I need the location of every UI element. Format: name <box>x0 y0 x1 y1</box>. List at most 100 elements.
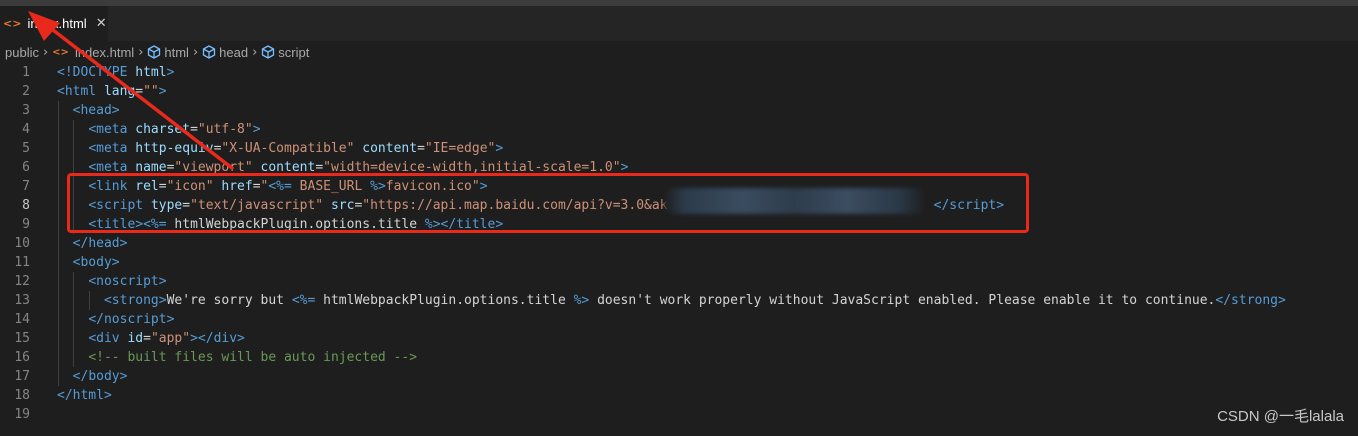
code-token: = <box>190 122 198 137</box>
code-text: </noscript> <box>57 310 174 329</box>
code-line[interactable]: 10 </head> <box>0 234 1358 253</box>
code-token: content <box>362 141 418 156</box>
code-token: > <box>479 179 488 194</box>
code-token: head <box>88 236 120 251</box>
code-token: = <box>252 179 261 194</box>
code-line[interactable]: 3 <head> <box>0 101 1358 120</box>
code-token: http-equiv <box>135 141 214 156</box>
indent-guide <box>73 272 74 367</box>
code-line[interactable]: 14 </noscript> <box>0 310 1358 329</box>
code-line[interactable]: 18 </html> <box>0 386 1358 405</box>
breadcrumb-item-public[interactable]: public <box>5 45 39 60</box>
code-token: <%= <box>143 217 167 232</box>
code-token: htmlWebpackPlugin.options.title <box>315 293 574 308</box>
code-token: <!DOCTYPE <box>57 65 128 80</box>
code-token: > <box>190 331 198 346</box>
line-number: 9 <box>22 217 30 232</box>
code-token: > <box>135 217 144 232</box>
code-token: html <box>72 388 104 403</box>
code-text: <title><%= htmlWebpackPlugin.options.tit… <box>57 215 503 234</box>
line-number: 13 <box>14 293 30 308</box>
code-token: </ <box>88 312 104 327</box>
code-token: meta <box>96 141 128 156</box>
code-line[interactable]: 17 </body> <box>0 367 1358 386</box>
code-line[interactable]: 19 <box>0 405 1358 424</box>
code-text: </html> <box>57 386 112 405</box>
code-line[interactable]: 16 <!-- built files will be auto injecte… <box>0 348 1358 367</box>
line-number: 2 <box>22 84 30 99</box>
breadcrumb-item-index-html[interactable]: <> index.html <box>52 45 134 60</box>
code-token: noscript <box>103 312 167 327</box>
code-line[interactable]: 13 <strong>We're sorry but <%= htmlWebpa… <box>0 291 1358 310</box>
code-token: > <box>996 198 1005 213</box>
code-token: > <box>158 293 167 308</box>
code-token: "X-UA-Compatible" <box>221 141 355 156</box>
code-line[interactable]: 15 <div id="app"></div> <box>0 329 1358 348</box>
code-token: < <box>88 217 97 232</box>
code-line[interactable]: 5 <meta http-equiv = "X-UA-Compatible" con… <box>0 139 1358 158</box>
breadcrumb-item-script[interactable]: script <box>261 45 309 60</box>
code-text: </body> <box>57 367 128 386</box>
code-token: > <box>620 160 629 175</box>
line-number: 6 <box>22 160 30 175</box>
code-token: script <box>949 198 997 213</box>
cube-symbol-icon <box>147 45 161 59</box>
code-token: strong <box>1231 293 1279 308</box>
code-token: %> <box>370 179 386 194</box>
code-token: < <box>88 198 97 213</box>
code-token: htmlWebpackPlugin.options.title <box>166 217 425 232</box>
code-line[interactable]: 4 <meta charset="utf-8"> <box>0 120 1358 139</box>
breadcrumb-item-html[interactable]: html <box>147 45 189 60</box>
chevron-right-icon: › <box>42 44 49 60</box>
code-token: = <box>182 198 191 213</box>
code-token: charset <box>135 122 191 137</box>
close-icon[interactable]: ✕ <box>96 16 107 31</box>
indent-guide <box>58 101 59 386</box>
code-token: "viewport" <box>174 160 253 175</box>
code-token: title <box>456 217 496 232</box>
code-token: > <box>111 255 120 270</box>
code-token: body <box>88 369 120 384</box>
code-token: "width=device-width,initial-scale=1.0" <box>323 160 621 175</box>
code-line[interactable]: 12 <noscript> <box>0 272 1358 291</box>
code-line[interactable]: 2 <html lang=""> <box>0 82 1358 101</box>
chevron-right-icon: › <box>192 44 199 60</box>
code-line[interactable]: 11 <body> <box>0 253 1358 272</box>
html-file-icon: <> <box>52 46 69 58</box>
code-token: </ <box>72 236 89 251</box>
redacted-api-key <box>664 188 926 214</box>
code-token: "https://api.map.baidu.com/api?v=3.0&ak= <box>362 198 676 213</box>
code-line[interactable]: 6 <meta name="viewport" content="width=d… <box>0 158 1358 177</box>
line-number: 12 <box>14 274 30 289</box>
code-line[interactable]: 1 <!DOCTYPE html> <box>0 63 1358 82</box>
tab-index-html[interactable]: <> index.html ✕ <box>0 6 108 41</box>
line-number: 17 <box>14 369 30 384</box>
code-editor[interactable]: 1 <!DOCTYPE html> 2 <html lang=""> 3 <head> 4… <box>0 63 1358 436</box>
code-token: "icon" <box>166 179 214 194</box>
line-number: 19 <box>14 407 30 422</box>
code-token: </ <box>72 369 89 384</box>
code-token: name <box>135 160 167 175</box>
code-token: href <box>221 179 253 194</box>
code-text: <html lang=""> <box>57 82 167 101</box>
code-token: src <box>330 198 355 213</box>
line-number: 5 <box>22 141 30 156</box>
code-token: title <box>96 217 136 232</box>
tab-bar: <> index.html ✕ <box>0 6 1358 41</box>
code-token: head <box>80 103 112 118</box>
code-token: < <box>57 84 65 99</box>
code-token: %> <box>573 293 590 308</box>
chevron-right-icon: › <box>138 44 144 60</box>
code-token: > <box>111 103 120 118</box>
code-token: > <box>252 122 261 137</box>
code-token: div <box>213 331 238 346</box>
code-line[interactable]: 9 <title><%= htmlWebpackPlugin.options.t… <box>0 215 1358 234</box>
breadcrumb-item-head[interactable]: head <box>202 45 248 60</box>
code-text: </head> <box>57 234 128 253</box>
code-token: > <box>119 236 128 251</box>
